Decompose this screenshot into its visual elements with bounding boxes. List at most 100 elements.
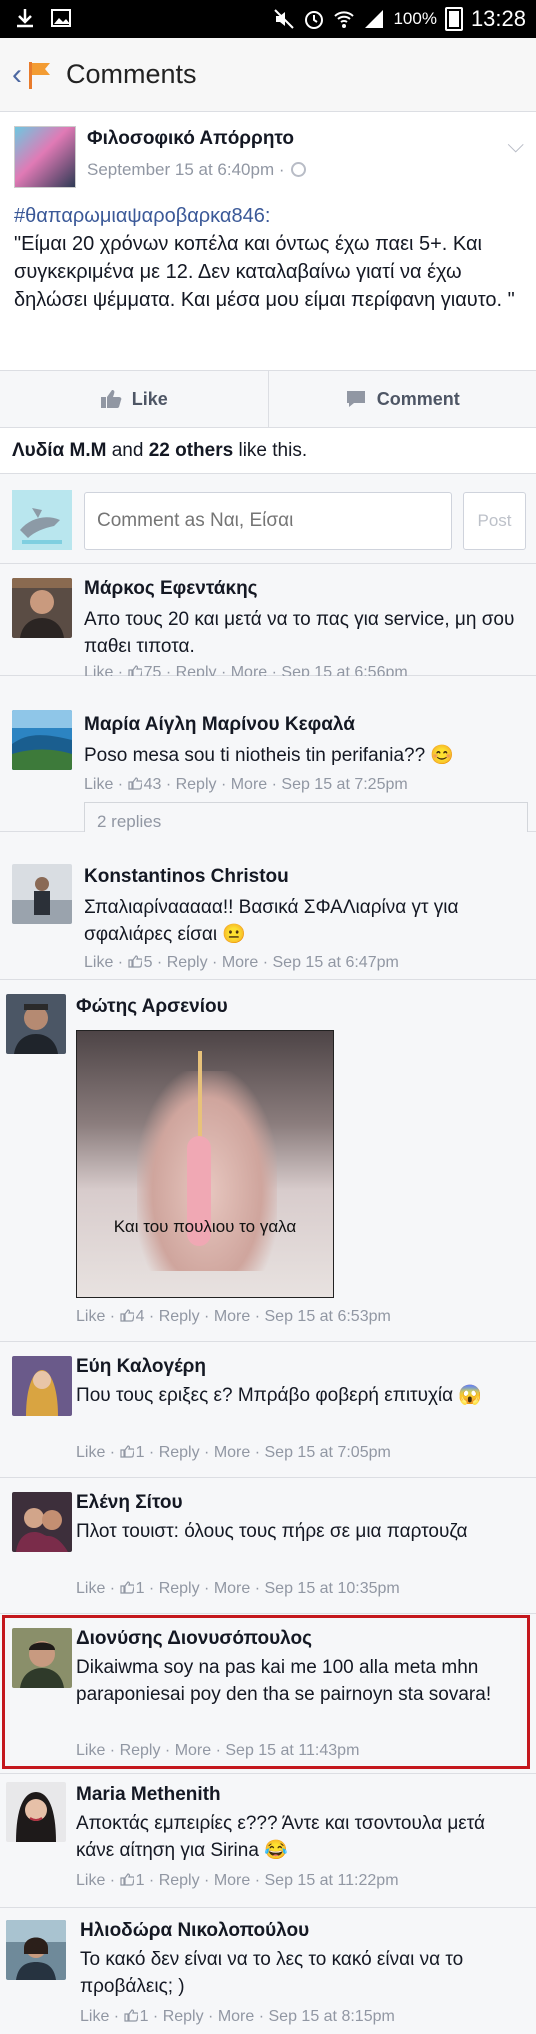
globe-icon xyxy=(290,162,306,177)
comment-text: Πλοτ τουιστ: όλους τους πήρε σε μια παρτ… xyxy=(76,1521,468,1542)
commenter-name[interactable]: Φώτης Αρσενίου xyxy=(76,996,228,1018)
comment-actions-post[interactable]: · Reply · More · Sep 15 at 11:22pm xyxy=(144,1872,399,1889)
signal-icon xyxy=(365,10,384,28)
clock: 13:28 xyxy=(470,6,526,31)
commenter-avatar[interactable] xyxy=(6,1920,66,1980)
comment-actions-post[interactable]: · Reply · More · Sep 15 at 7:25pm xyxy=(161,776,408,793)
comment-icon xyxy=(346,391,365,407)
thumbs-up-icon xyxy=(127,955,142,968)
alarm-icon xyxy=(305,11,324,29)
like-button[interactable]: Like xyxy=(0,371,268,427)
commenter-avatar[interactable] xyxy=(12,1628,72,1688)
page-title: Comments xyxy=(66,59,197,89)
image-icon xyxy=(51,9,71,27)
likes-and: and xyxy=(106,440,149,461)
thumbs-up-icon xyxy=(100,390,122,408)
thumbs-up-icon xyxy=(119,1445,134,1458)
comment-text: Αποκτάς εμπειρίες ε??? Άντε και τσοντουλ… xyxy=(76,1813,485,1861)
chevron-down-icon[interactable]: ⌵ xyxy=(507,132,524,158)
commenter-avatar[interactable] xyxy=(12,578,72,638)
comment-text: Το κακό δεν είναι να το λες το κακό είνα… xyxy=(80,1949,464,1997)
comment-item: Maria Methenith Αποκτάς εμπειρίες ε??? Ά… xyxy=(0,1774,536,1908)
comment-item: Konstantinos Christou Σπαλιαρίνααααα!! Β… xyxy=(0,832,536,980)
comment-actions-pre[interactable]: Like · xyxy=(76,1444,120,1461)
app-header: ‹ Comments xyxy=(0,38,536,112)
comment-meta: Like · 1 · Reply · More · Sep 15 at 7:05… xyxy=(76,1444,391,1462)
post-actions: Like Comment xyxy=(0,370,536,428)
comment-image[interactable]: Και του πουλιου το γαλα xyxy=(76,1030,334,1298)
comment-meta[interactable]: Like · Reply · More · Sep 15 at 11:43pm xyxy=(76,1742,359,1760)
comment-actions-pre[interactable]: Like · xyxy=(84,954,128,971)
post-author[interactable]: Φιλοσοφικό Απόρρητο xyxy=(87,128,294,150)
likes-suffix: like this. xyxy=(233,440,308,461)
page-avatar[interactable] xyxy=(14,126,76,188)
comment-actions-post[interactable]: · Reply · More · Sep 15 at 6:53pm xyxy=(144,1308,391,1325)
commenter-name[interactable]: Μαρία Αίγλη Μαρίνου Κεφαλά xyxy=(84,714,355,736)
commenter-avatar[interactable] xyxy=(6,994,66,1054)
commenter-avatar[interactable] xyxy=(6,1782,66,1842)
likes-summary[interactable]: Λυδία Μ.Μ and 22 others like this. xyxy=(0,428,536,474)
comment-button[interactable]: Comment xyxy=(267,371,536,427)
comment-meta: Like · 5 · Reply · More · Sep 15 at 6:47… xyxy=(84,954,399,972)
comment-item: Ελένη Σίτου Πλοτ τουιστ: όλους τους πήρε… xyxy=(0,1478,536,1614)
notification-icons xyxy=(14,7,72,29)
comment-meta: Like · 1 · Reply · More · Sep 15 at 11:2… xyxy=(76,1872,399,1890)
comment-actions-pre[interactable]: Like · xyxy=(76,1872,120,1889)
comment-input[interactable] xyxy=(84,492,452,550)
post-hashtag[interactable]: #θαπαρωμιαψαροβαρκα846: xyxy=(14,202,522,230)
user-avatar xyxy=(12,490,72,550)
image-caption: Και του πουλιου το γαλα xyxy=(113,1217,297,1236)
post-body: #θαπαρωμιαψαροβαρκα846: "Είμαι 20 χρόνων… xyxy=(14,202,522,314)
thumbs-up-icon xyxy=(127,777,142,790)
post-comment-button[interactable]: Post xyxy=(463,492,526,550)
comment-meta: Like · 1 · Reply · More · Sep 15 at 10:3… xyxy=(76,1580,400,1598)
thumbs-up-icon xyxy=(119,1309,134,1322)
like-count: 43 xyxy=(143,776,162,793)
comment-meta: Like · 43 · Reply · More · Sep 15 at 7:2… xyxy=(84,776,408,794)
system-icons: 100% 13:28 xyxy=(273,6,526,32)
commenter-name[interactable]: Konstantinos Christou xyxy=(84,866,289,888)
battery-icon xyxy=(444,7,463,31)
comment-actions-post[interactable]: · Reply · More · Sep 15 at 7:05pm xyxy=(144,1444,391,1461)
commenter-name[interactable]: Μάρκος Εφεντάκης xyxy=(84,578,258,600)
commenter-name[interactable]: Διονύσης Διονυσόπουλος xyxy=(76,1628,312,1650)
thumbs-up-icon xyxy=(119,1581,134,1594)
comment-text: Poso mesa sou ti niotheis tin perifania?… xyxy=(84,745,455,766)
post-timestamp[interactable]: September 15 at 6:40pm · xyxy=(87,160,306,180)
status-bar: 100% 13:28 xyxy=(0,0,536,38)
commenter-avatar[interactable] xyxy=(12,1492,72,1552)
comment-actions-pre[interactable]: Like · xyxy=(76,1308,120,1325)
comment-actions-pre[interactable]: Like · xyxy=(84,776,128,793)
comment-item: Μάρκος Εφεντάκης Απο τους 20 και μετά να… xyxy=(0,564,536,681)
comment-label: Comment xyxy=(376,388,460,409)
comment-text: Dikaiwma soy na pas kai me 100 alla meta… xyxy=(76,1657,492,1705)
commenter-name[interactable]: Ηλιοδώρα Νικολοπούλου xyxy=(80,1920,309,1942)
commenter-name[interactable]: Maria Methenith xyxy=(76,1784,221,1806)
post-card: Φιλοσοφικό Απόρρητο September 15 at 6:40… xyxy=(0,112,536,370)
like-label: Like xyxy=(131,388,168,409)
post-time-text: September 15 at 6:40pm xyxy=(87,160,275,179)
back-icon[interactable]: ‹ xyxy=(12,58,22,92)
comment-text: Απο τους 20 και μετά να το πας για servi… xyxy=(84,609,515,657)
likes-others[interactable]: 22 others xyxy=(149,440,233,461)
comment-actions-post[interactable]: · Reply · More · Sep 15 at 10:35pm xyxy=(144,1580,400,1597)
thumbs-up-icon xyxy=(119,1873,134,1886)
liker-name[interactable]: Λυδία Μ.Μ xyxy=(12,440,106,461)
commenter-name[interactable]: Εύη Καλογέρη xyxy=(76,1356,206,1378)
comment-actions-pre[interactable]: Like · xyxy=(76,1580,120,1597)
comment-meta: Like · 1 · Reply · More · Sep 15 at 8:15… xyxy=(80,2008,395,2026)
comment-actions-pre[interactable]: Like · xyxy=(80,2008,124,2025)
commenter-avatar[interactable] xyxy=(12,1356,72,1416)
commenter-name[interactable]: Ελένη Σίτου xyxy=(76,1492,183,1514)
battery-percent: 100% xyxy=(393,9,437,28)
commenter-avatar[interactable] xyxy=(12,710,72,770)
comment-actions-post[interactable]: · Reply · More · Sep 15 at 8:15pm xyxy=(148,2008,395,2025)
mute-icon xyxy=(274,9,295,29)
comment-meta: Like · 4 · Reply · More · Sep 15 at 6:53… xyxy=(76,1308,391,1326)
comment-actions-post[interactable]: · Reply · More · Sep 15 at 6:47pm xyxy=(152,954,399,971)
comment-item: Διονύσης Διονυσόπουλος Dikaiwma soy na p… xyxy=(0,1614,536,1774)
comment-text: Που τους εριξες ε? Μπράβο φοβερή επιτυχί… xyxy=(76,1385,483,1406)
commenter-avatar[interactable] xyxy=(12,864,72,924)
comment-item: Μαρία Αίγλη Μαρίνου Κεφαλά Poso mesa sou… xyxy=(0,676,536,840)
wifi-icon xyxy=(334,11,355,28)
